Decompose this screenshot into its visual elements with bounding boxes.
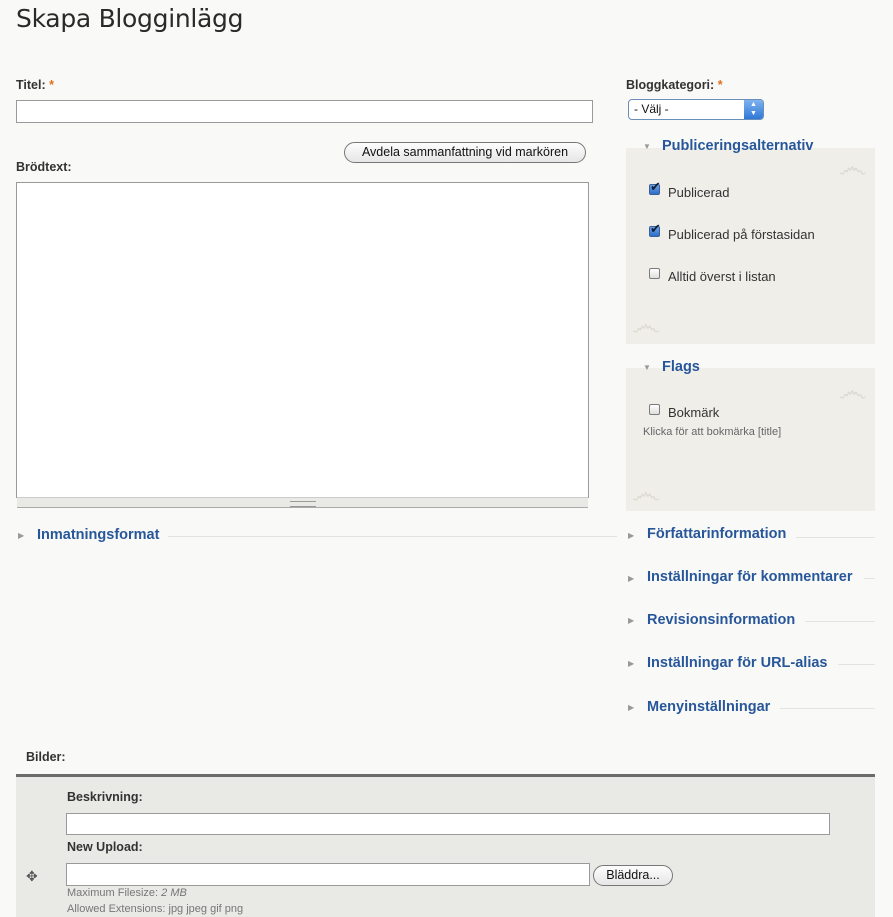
images-label: Bilder: <box>26 750 66 764</box>
divider <box>864 578 875 579</box>
divider <box>805 621 875 622</box>
promoted-label: Publicerad på förstasidan <box>668 227 815 242</box>
title-input[interactable] <box>16 100 593 123</box>
author-info-link[interactable]: Författarinformation <box>647 526 786 542</box>
browse-button[interactable]: Bläddra... <box>593 865 673 886</box>
menu-settings-link[interactable]: Menyinställningar <box>647 699 770 715</box>
category-label: Bloggkategori: * <box>626 78 723 92</box>
divider <box>838 664 875 665</box>
decorative-swirl: ෴ <box>632 476 661 511</box>
divider <box>780 708 875 709</box>
max-filesize-value: 2 MB <box>161 887 187 899</box>
bookmark-label: Bokmärk <box>668 405 720 420</box>
page-title: Skapa Blogginlägg <box>16 4 244 33</box>
category-label-text: Bloggkategori: <box>626 78 715 92</box>
drag-handle-icon[interactable]: ✥ <box>26 868 38 885</box>
promoted-checkbox[interactable] <box>649 221 661 237</box>
publishing-options-toggle[interactable]: Publiceringsalternativ <box>662 138 814 154</box>
triangle-right-icon: ▶ <box>628 659 635 668</box>
max-filesize-text: Maximum Filesize: 2 MB <box>67 887 187 899</box>
required-mark: * <box>717 78 723 92</box>
bookmark-description: Klicka för att bokmärka [title] <box>643 426 782 438</box>
sticky-checkbox[interactable] <box>649 268 660 279</box>
sticky-label: Alltid överst i listan <box>668 269 776 284</box>
max-filesize-label: Maximum Filesize: <box>67 887 159 899</box>
title-label-text: Titel: <box>16 78 46 92</box>
body-textarea[interactable] <box>16 182 589 498</box>
description-input[interactable] <box>66 813 830 835</box>
upload-label: New Upload: <box>67 840 143 854</box>
allowed-extensions-text: Allowed Extensions: jpg jpeg gif png <box>67 903 244 915</box>
category-selected-value: - Välj - <box>634 102 669 116</box>
triangle-right-icon: ▶ <box>18 531 25 540</box>
textarea-resize-handle[interactable] <box>17 497 588 508</box>
publishing-options-panel: ෴ ෴ <box>626 148 875 344</box>
bookmark-checkbox[interactable] <box>649 404 660 415</box>
decorative-swirl: ෴ <box>838 374 867 409</box>
category-select[interactable]: - Välj - ▲ ▼ <box>628 99 764 120</box>
revision-info-link[interactable]: Revisionsinformation <box>647 612 795 628</box>
title-label: Titel: * <box>16 78 54 92</box>
triangle-right-icon: ▶ <box>628 616 635 625</box>
divider <box>168 536 617 537</box>
triangle-right-icon: ▶ <box>628 703 635 712</box>
flags-toggle[interactable]: Flags <box>662 359 700 375</box>
triangle-right-icon: ▶ <box>628 531 635 540</box>
url-alias-link[interactable]: Inställningar för URL-alias <box>647 655 827 671</box>
flags-panel: ෴ ෴ <box>626 368 875 511</box>
decorative-swirl: ෴ <box>838 150 867 185</box>
published-label: Publicerad <box>668 185 730 200</box>
file-input[interactable] <box>66 863 590 886</box>
select-arrows-icon: ▲ ▼ <box>744 100 763 119</box>
body-label: Brödtext: <box>16 160 72 174</box>
triangle-down-icon: ▼ <box>643 142 651 151</box>
decorative-swirl: ෴ <box>632 308 661 343</box>
divider <box>796 537 875 538</box>
required-mark: * <box>49 78 54 92</box>
comment-settings-link[interactable]: Inställningar för kommentarer <box>647 569 852 585</box>
input-format-link[interactable]: Inmatningsformat <box>37 527 159 543</box>
triangle-down-icon: ▼ <box>643 363 651 372</box>
description-label: Beskrivning: <box>67 790 143 804</box>
split-summary-button[interactable]: Avdela sammanfattning vid markören <box>344 142 586 163</box>
published-checkbox[interactable] <box>649 179 661 195</box>
triangle-right-icon: ▶ <box>628 574 635 583</box>
